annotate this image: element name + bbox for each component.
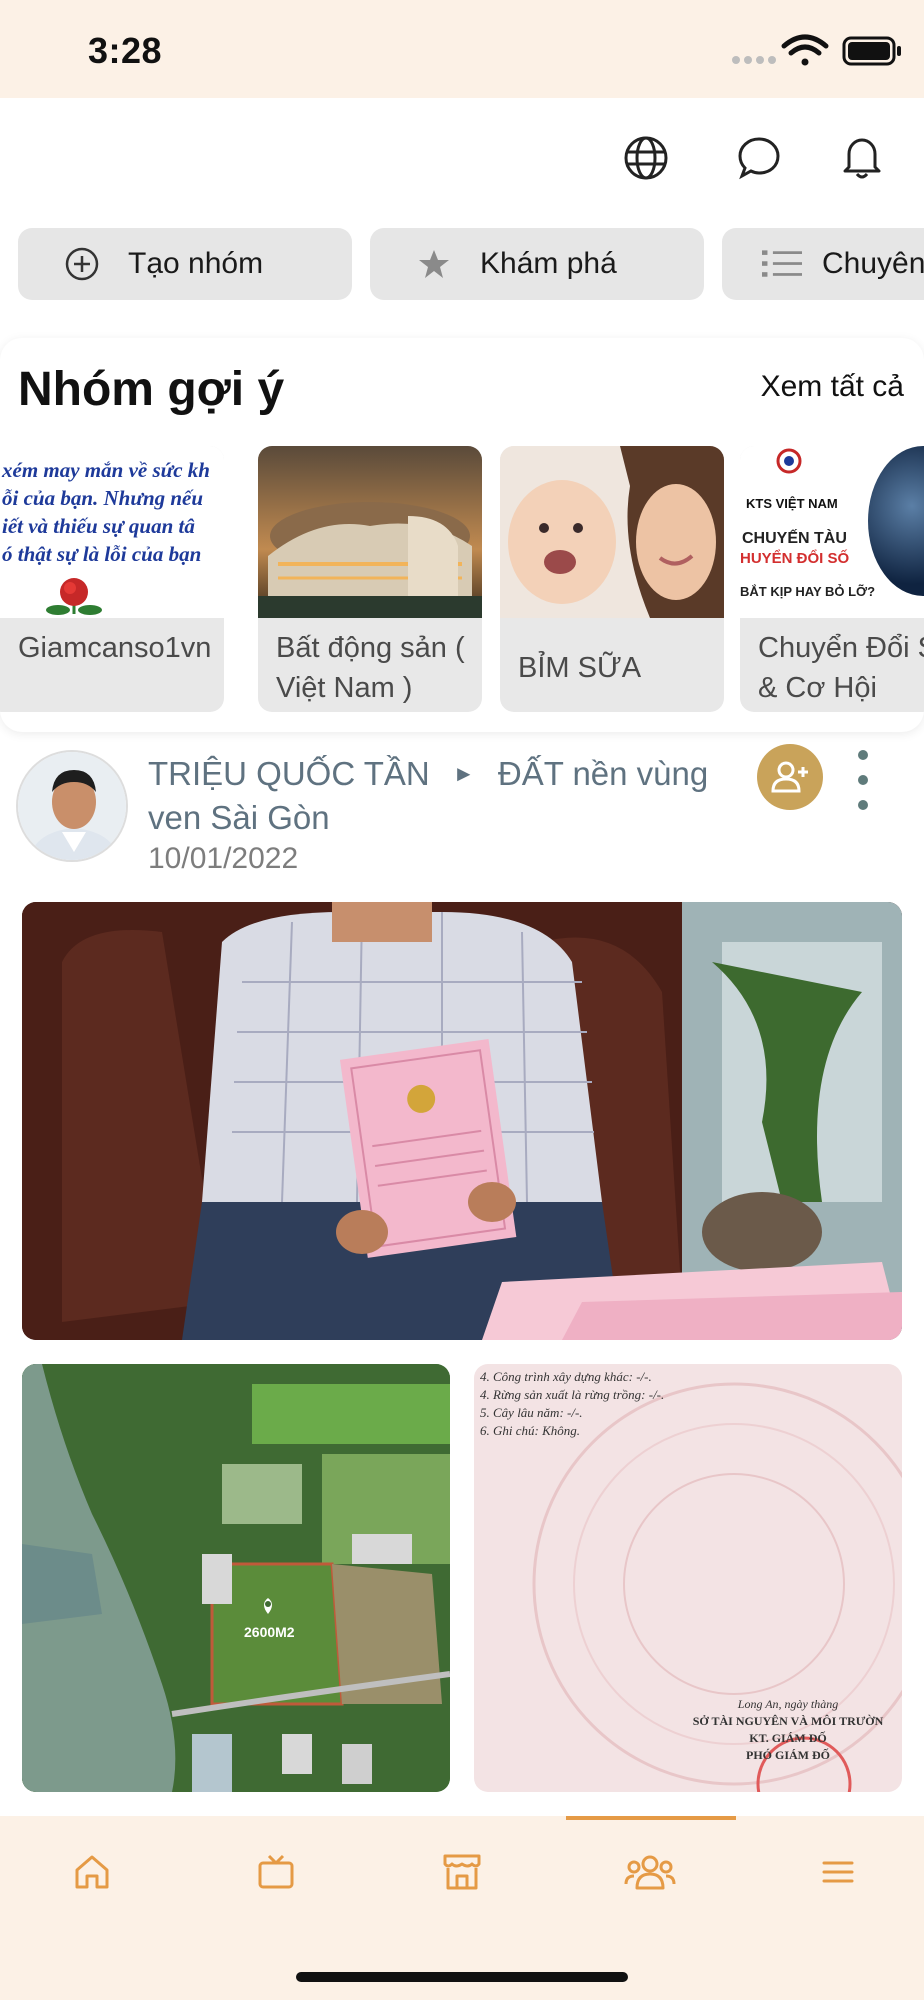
more-options-icon[interactable] bbox=[848, 750, 878, 810]
nav-groups[interactable] bbox=[558, 1816, 742, 1928]
nav-menu[interactable] bbox=[746, 1816, 924, 1928]
nav-home[interactable] bbox=[0, 1816, 184, 1928]
group-card[interactable]: BỈM SỮA bbox=[500, 446, 724, 712]
battery-icon bbox=[842, 36, 901, 66]
doc-line: KT. GIÁM ĐỐ bbox=[749, 1731, 827, 1745]
post-photo-document[interactable]: 4. Công trình xây dựng khác: -/-. 4. Rừn… bbox=[474, 1364, 902, 1792]
post-photo-aerial[interactable]: 2600M2 bbox=[22, 1364, 450, 1792]
status-bar: 3:28 bbox=[0, 0, 924, 98]
thumb-text: HUYỂN ĐỔI SỐ bbox=[740, 550, 850, 567]
list-icon bbox=[762, 244, 802, 284]
chat-icon[interactable] bbox=[727, 126, 791, 190]
thumb-text: iết và thiếu sự quan tâ bbox=[2, 514, 195, 538]
section-title: Nhóm gợi ý bbox=[18, 363, 285, 416]
doc-line: PHÓ GIÁM ĐỐ bbox=[746, 1748, 830, 1762]
chip-label: Chuyên bbox=[822, 247, 924, 280]
group-thumbnail bbox=[500, 446, 724, 618]
thumb-text: BẮT KỊP HAY BỎ LỠ? bbox=[740, 584, 876, 599]
discover-chip[interactable]: Khám phá bbox=[370, 228, 704, 300]
post-photo[interactable] bbox=[22, 902, 902, 1340]
menu-icon bbox=[822, 1861, 854, 1883]
thumb-text: ỗi của bạn. Nhưng nếu bbox=[2, 486, 204, 510]
group-thumbnail bbox=[258, 446, 482, 618]
thumb-text: KTS VIỆT NAM bbox=[746, 496, 838, 511]
globe-icon[interactable] bbox=[614, 126, 678, 190]
thumb-text: CHUYẾN TÀU bbox=[742, 530, 847, 547]
suggested-groups: Nhóm gợi ý Xem tất cả xém may mắn về sức… bbox=[0, 338, 924, 732]
doc-line: 4. Rừng sản xuất là rừng trồng: -/-. bbox=[480, 1387, 665, 1402]
avatar[interactable] bbox=[16, 750, 128, 862]
add-friend-button[interactable] bbox=[757, 744, 823, 810]
doc-line: 5. Cây lâu năm: -/-. bbox=[480, 1405, 583, 1420]
author-name[interactable]: TRIỆU QUỐC TẦN bbox=[148, 755, 430, 792]
groups-icon bbox=[624, 1855, 676, 1890]
thumb-text: xém may mắn về sức kh bbox=[2, 458, 210, 482]
create-group-chip[interactable]: Tạo nhóm bbox=[18, 228, 352, 300]
bell-icon[interactable] bbox=[830, 126, 894, 190]
group-name: Chuyển Đổi Số & Cơ Hội bbox=[758, 632, 924, 704]
star-icon bbox=[414, 244, 454, 284]
post-meta: TRIỆU QUỐC TẦN ► ĐẤT nền vùng ven Sài Gò… bbox=[148, 754, 728, 838]
store-icon bbox=[443, 1854, 481, 1890]
home-icon bbox=[75, 1855, 109, 1889]
group-name: Giamcanso1vn bbox=[18, 632, 212, 664]
signal-icon bbox=[732, 56, 776, 64]
post-date: 10/01/2022 bbox=[148, 842, 299, 875]
chip-label: Khám phá bbox=[480, 247, 617, 280]
doc-line: 4. Công trình xây dựng khác: -/-. bbox=[480, 1369, 652, 1384]
post-header: TRIỆU QUỐC TẦN ► ĐẤT nền vùng ven Sài Gò… bbox=[0, 742, 924, 892]
bottom-nav bbox=[0, 1816, 924, 2000]
thumb-text: ó thật sự là lỗi của bạn bbox=[2, 542, 202, 566]
rose-icon bbox=[46, 578, 102, 615]
plus-circle-icon bbox=[62, 244, 102, 284]
status-time: 3:28 bbox=[88, 30, 163, 71]
group-name: BỈM SỮA bbox=[518, 652, 642, 684]
group-card[interactable]: xém may mắn về sức kh ỗi của bạn. Nhưng … bbox=[0, 446, 224, 712]
status-icons bbox=[732, 34, 901, 66]
group-name: Bất động sản ( Việt Nam ) bbox=[276, 632, 465, 704]
arrow-icon: ► bbox=[452, 761, 475, 786]
globe-graphic bbox=[868, 446, 924, 596]
wifi-icon bbox=[781, 34, 829, 66]
nav-watch[interactable] bbox=[184, 1816, 368, 1928]
doc-line: Long An, ngày thàng bbox=[737, 1697, 839, 1711]
kts-logo-icon bbox=[776, 448, 802, 474]
chip-label: Tạo nhóm bbox=[128, 247, 264, 280]
group-thumbnail: xém may mắn về sức kh ỗi của bạn. Nhưng … bbox=[0, 446, 224, 618]
tv-icon bbox=[258, 1854, 294, 1889]
add-user-icon bbox=[771, 761, 808, 793]
group-card[interactable]: KTS VIỆT NAM CHUYẾN TÀU HUYỂN ĐỔI SỐ BẮT… bbox=[740, 446, 924, 712]
quick-actions: Tạo nhóm Khám phá Chuyên bbox=[0, 228, 924, 300]
doc-line: 6. Ghi chú: Không. bbox=[480, 1423, 581, 1438]
top-bar bbox=[0, 98, 924, 218]
topics-chip[interactable]: Chuyên bbox=[722, 228, 924, 300]
group-thumbnail: KTS VIỆT NAM CHUYẾN TÀU HUYỂN ĐỔI SỐ BẮT… bbox=[740, 446, 924, 618]
doc-line: SỞ TÀI NGUYÊN VÀ MÔI TRƯỜN bbox=[692, 1714, 884, 1728]
nav-marketplace[interactable] bbox=[370, 1816, 554, 1928]
map-label: 2600M2 bbox=[244, 1624, 295, 1640]
home-indicator bbox=[296, 1972, 628, 1982]
group-card[interactable]: Bất động sản ( Việt Nam ) bbox=[258, 446, 482, 712]
see-all-link[interactable]: Xem tất cả bbox=[761, 370, 904, 404]
